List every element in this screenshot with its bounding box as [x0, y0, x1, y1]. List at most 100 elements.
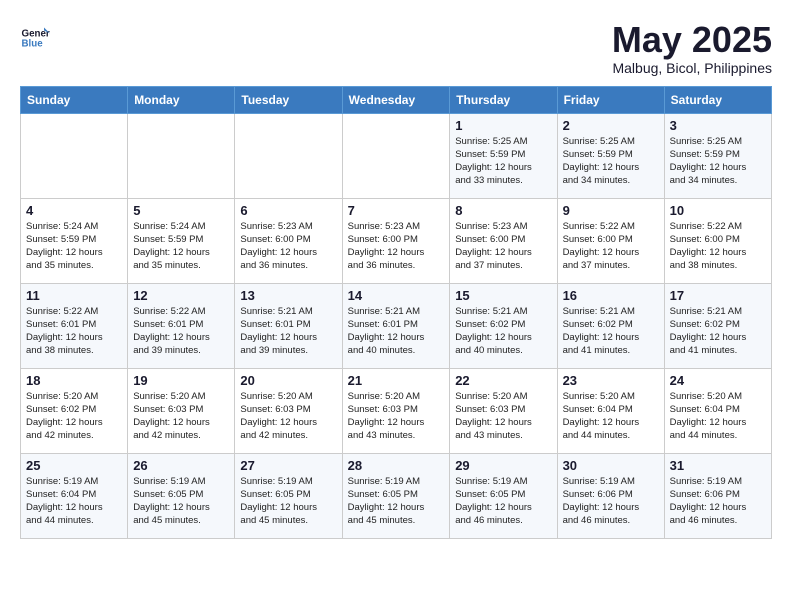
- day-number: 25: [26, 458, 122, 473]
- calendar-week-row: 11 Sunrise: 5:22 AM Sunset: 6:01 PM Dayli…: [21, 283, 772, 368]
- calendar-cell: 13 Sunrise: 5:21 AM Sunset: 6:01 PM Dayli…: [235, 283, 342, 368]
- day-info: Sunrise: 5:22 AM Sunset: 6:01 PM Dayligh…: [133, 305, 229, 358]
- day-number: 31: [670, 458, 766, 473]
- day-number: 3: [670, 118, 766, 133]
- location-subtitle: Malbug, Bicol, Philippines: [612, 60, 772, 76]
- day-info: Sunrise: 5:24 AM Sunset: 5:59 PM Dayligh…: [26, 220, 122, 273]
- calendar-cell: 31 Sunrise: 5:19 AM Sunset: 6:06 PM Dayli…: [664, 453, 771, 538]
- day-number: 6: [240, 203, 336, 218]
- day-info: Sunrise: 5:22 AM Sunset: 6:00 PM Dayligh…: [670, 220, 766, 273]
- calendar-week-row: 18 Sunrise: 5:20 AM Sunset: 6:02 PM Dayli…: [21, 368, 772, 453]
- day-number: 26: [133, 458, 229, 473]
- month-title: May 2025: [612, 20, 772, 60]
- day-info: Sunrise: 5:21 AM Sunset: 6:02 PM Dayligh…: [455, 305, 551, 358]
- day-info: Sunrise: 5:19 AM Sunset: 6:04 PM Dayligh…: [26, 475, 122, 528]
- day-number: 5: [133, 203, 229, 218]
- calendar-cell: 20 Sunrise: 5:20 AM Sunset: 6:03 PM Dayli…: [235, 368, 342, 453]
- calendar-cell: 7 Sunrise: 5:23 AM Sunset: 6:00 PM Daylig…: [342, 198, 450, 283]
- day-number: 29: [455, 458, 551, 473]
- day-info: Sunrise: 5:19 AM Sunset: 6:06 PM Dayligh…: [563, 475, 659, 528]
- calendar-cell: 28Sunrise: 5:19 AM Sunset: 6:05 PM Dayli…: [342, 453, 450, 538]
- calendar-cell: 17Sunrise: 5:21 AM Sunset: 6:02 PM Dayli…: [664, 283, 771, 368]
- calendar-cell: 22 Sunrise: 5:20 AM Sunset: 6:03 PM Dayli…: [450, 368, 557, 453]
- calendar-cell: 6 Sunrise: 5:23 AM Sunset: 6:00 PM Daylig…: [235, 198, 342, 283]
- calendar-cell: 1Sunrise: 5:25 AM Sunset: 5:59 PM Daylig…: [450, 113, 557, 198]
- calendar-cell: 3 Sunrise: 5:25 AM Sunset: 5:59 PM Daylig…: [664, 113, 771, 198]
- calendar-cell: 14Sunrise: 5:21 AM Sunset: 6:01 PM Dayli…: [342, 283, 450, 368]
- day-info: Sunrise: 5:20 AM Sunset: 6:04 PM Dayligh…: [563, 390, 659, 443]
- day-number: 7: [348, 203, 445, 218]
- day-number: 21: [348, 373, 445, 388]
- calendar-cell: 10 Sunrise: 5:22 AM Sunset: 6:00 PM Dayli…: [664, 198, 771, 283]
- day-info: Sunrise: 5:20 AM Sunset: 6:04 PM Dayligh…: [670, 390, 766, 443]
- day-number: 17: [670, 288, 766, 303]
- day-number: 30: [563, 458, 659, 473]
- day-info: Sunrise: 5:20 AM Sunset: 6:03 PM Dayligh…: [133, 390, 229, 443]
- day-of-week-header: Friday: [557, 86, 664, 113]
- day-number: 28: [348, 458, 445, 473]
- day-info: Sunrise: 5:22 AM Sunset: 6:01 PM Dayligh…: [26, 305, 122, 358]
- day-info: Sunrise: 5:25 AM Sunset: 5:59 PM Dayligh…: [670, 135, 766, 188]
- calendar-cell: 27Sunrise: 5:19 AM Sunset: 6:05 PM Dayli…: [235, 453, 342, 538]
- day-number: 24: [670, 373, 766, 388]
- day-of-week-header: Wednesday: [342, 86, 450, 113]
- day-number: 11: [26, 288, 122, 303]
- day-number: 20: [240, 373, 336, 388]
- calendar-cell: 26 Sunrise: 5:19 AM Sunset: 6:05 PM Dayli…: [128, 453, 235, 538]
- day-info: Sunrise: 5:21 AM Sunset: 6:02 PM Dayligh…: [563, 305, 659, 358]
- day-of-week-header: Sunday: [21, 86, 128, 113]
- day-of-week-header: Thursday: [450, 86, 557, 113]
- day-number: 2: [563, 118, 659, 133]
- day-number: 18: [26, 373, 122, 388]
- calendar-cell: 9 Sunrise: 5:22 AM Sunset: 6:00 PM Daylig…: [557, 198, 664, 283]
- calendar-cell: [342, 113, 450, 198]
- day-info: Sunrise: 5:23 AM Sunset: 6:00 PM Dayligh…: [240, 220, 336, 273]
- day-number: 23: [563, 373, 659, 388]
- title-block: May 2025 Malbug, Bicol, Philippines: [612, 20, 772, 76]
- day-info: Sunrise: 5:23 AM Sunset: 6:00 PM Dayligh…: [455, 220, 551, 273]
- page-header: General Blue May 2025 Malbug, Bicol, Phi…: [20, 20, 772, 76]
- calendar-cell: 15 Sunrise: 5:21 AM Sunset: 6:02 PM Dayli…: [450, 283, 557, 368]
- calendar-cell: 18 Sunrise: 5:20 AM Sunset: 6:02 PM Dayli…: [21, 368, 128, 453]
- day-info: Sunrise: 5:20 AM Sunset: 6:03 PM Dayligh…: [455, 390, 551, 443]
- calendar-cell: 4 Sunrise: 5:24 AM Sunset: 5:59 PM Daylig…: [21, 198, 128, 283]
- day-info: Sunrise: 5:21 AM Sunset: 6:01 PM Dayligh…: [240, 305, 336, 358]
- day-number: 12: [133, 288, 229, 303]
- calendar-cell: [128, 113, 235, 198]
- logo-icon: General Blue: [20, 20, 50, 50]
- calendar-cell: 2Sunrise: 5:25 AM Sunset: 5:59 PM Daylig…: [557, 113, 664, 198]
- day-info: Sunrise: 5:19 AM Sunset: 6:06 PM Dayligh…: [670, 475, 766, 528]
- day-info: Sunrise: 5:20 AM Sunset: 6:03 PM Dayligh…: [240, 390, 336, 443]
- day-number: 4: [26, 203, 122, 218]
- day-number: 14: [348, 288, 445, 303]
- calendar-cell: 11 Sunrise: 5:22 AM Sunset: 6:01 PM Dayli…: [21, 283, 128, 368]
- calendar-cell: 16Sunrise: 5:21 AM Sunset: 6:02 PM Dayli…: [557, 283, 664, 368]
- calendar-week-row: 1 Sunrise: 5:25 AM Sunset: 5:59 PM Daylig…: [21, 113, 772, 198]
- svg-text:Blue: Blue: [22, 38, 44, 49]
- day-number: 10: [670, 203, 766, 218]
- day-info: Sunrise: 5:19 AM Sunset: 6:05 PM Dayligh…: [133, 475, 229, 528]
- day-info: Sunrise: 5:20 AM Sunset: 6:03 PM Dayligh…: [348, 390, 445, 443]
- day-number: 15: [455, 288, 551, 303]
- day-info: Sunrise: 5:19 AM Sunset: 6:05 PM Dayligh…: [455, 475, 551, 528]
- day-number: 13: [240, 288, 336, 303]
- day-of-week-header: Tuesday: [235, 86, 342, 113]
- calendar-cell: 19 Sunrise: 5:20 AM Sunset: 6:03 PM Dayli…: [128, 368, 235, 453]
- day-info: Sunrise: 5:20 AM Sunset: 6:02 PM Dayligh…: [26, 390, 122, 443]
- day-number: 9: [563, 203, 659, 218]
- calendar-cell: 23 Sunrise: 5:20 AM Sunset: 6:04 PM Dayli…: [557, 368, 664, 453]
- day-info: Sunrise: 5:23 AM Sunset: 6:00 PM Dayligh…: [348, 220, 445, 273]
- calendar-cell: 8Sunrise: 5:23 AM Sunset: 6:00 PM Daylig…: [450, 198, 557, 283]
- day-number: 19: [133, 373, 229, 388]
- day-info: Sunrise: 5:22 AM Sunset: 6:00 PM Dayligh…: [563, 220, 659, 273]
- day-number: 1: [455, 118, 551, 133]
- calendar-table: SundayMondayTuesdayWednesdayThursdayFrid…: [20, 86, 772, 539]
- calendar-cell: 30 Sunrise: 5:19 AM Sunset: 6:06 PM Dayli…: [557, 453, 664, 538]
- calendar-week-row: 25 Sunrise: 5:19 AM Sunset: 6:04 PM Dayli…: [21, 453, 772, 538]
- calendar-week-row: 4 Sunrise: 5:24 AM Sunset: 5:59 PM Daylig…: [21, 198, 772, 283]
- day-of-week-header: Monday: [128, 86, 235, 113]
- day-number: 27: [240, 458, 336, 473]
- day-number: 22: [455, 373, 551, 388]
- calendar-cell: 29 Sunrise: 5:19 AM Sunset: 6:05 PM Dayli…: [450, 453, 557, 538]
- calendar-cell: 25 Sunrise: 5:19 AM Sunset: 6:04 PM Dayli…: [21, 453, 128, 538]
